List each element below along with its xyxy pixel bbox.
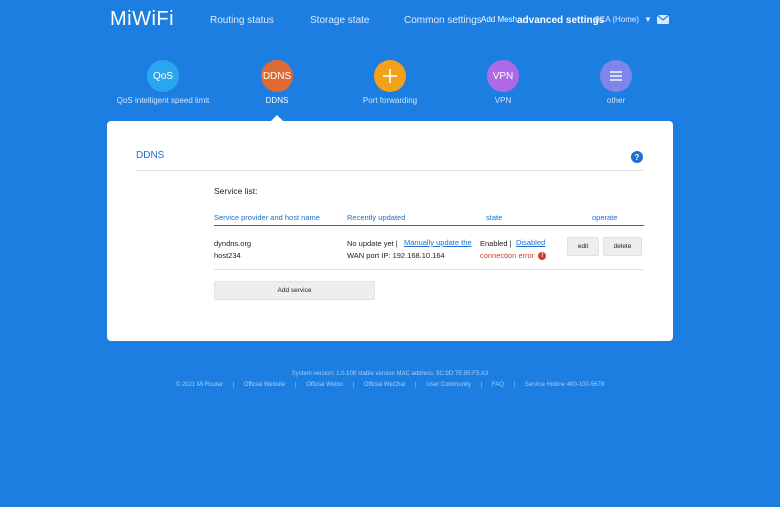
column-header-state: state: [486, 213, 503, 222]
column-header-updated: Recently updated: [347, 213, 406, 222]
manual-update-link[interactable]: Manually update the: [404, 238, 472, 247]
nav-common-settings[interactable]: Common settings: [404, 15, 482, 26]
column-header-operate: operate: [592, 213, 618, 222]
footer-official-website[interactable]: Official Website: [244, 382, 285, 388]
add-service-button[interactable]: Add service: [214, 281, 375, 300]
footer-separator: |: [294, 382, 297, 388]
tile-port-forwarding[interactable]: Port forwarding: [335, 60, 445, 105]
feature-tiles: QoS QoS intelligent speed limit DDNS DDN…: [0, 60, 780, 120]
nav-advanced-settings[interactable]: advanced settings: [517, 15, 604, 26]
enabled-label: Enabled |: [480, 239, 512, 248]
column-header-provider: Service provider and host name: [214, 213, 320, 222]
footer-separator: |: [480, 382, 483, 388]
card-divider: [136, 170, 644, 171]
qos-icon: QoS: [147, 60, 179, 92]
footer-official-weibo[interactable]: Official Weibo: [306, 382, 343, 388]
service-list-label: Service list:: [214, 186, 258, 196]
connection-error-text: connection error: [480, 251, 535, 260]
footer-separator: |: [415, 382, 417, 388]
plus-cross-icon: [374, 60, 406, 92]
tile-ddns[interactable]: DDNS DDNS: [222, 60, 332, 105]
tile-other-label: other: [606, 96, 626, 105]
wan-ip: WAN port IP: 192.168.10.164: [347, 251, 445, 260]
tile-qos-label: QoS intelligent speed limit: [116, 96, 210, 105]
tile-qos[interactable]: QoS QoS intelligent speed limit: [108, 60, 218, 105]
chevron-down-icon: ▼: [644, 15, 652, 24]
menu-icon: [600, 60, 632, 92]
row-divider: [214, 269, 644, 270]
nav-routing-status[interactable]: Routing status: [210, 15, 274, 26]
footer-faq[interactable]: FAQ: [492, 382, 504, 388]
host-name: host234: [214, 251, 241, 260]
header-divider: [214, 225, 644, 226]
footer-official-wechat[interactable]: Official WeChat: [364, 382, 405, 388]
add-mesh-link[interactable]: Add Mesh: [481, 15, 517, 24]
vpn-icon: VPN: [487, 60, 519, 92]
ddns-icon: DDNS: [261, 60, 293, 92]
tile-other[interactable]: other: [561, 60, 671, 105]
tile-vpn[interactable]: VPN VPN: [448, 60, 558, 105]
table-row: dyndns.org host234 No update yet | Manua…: [107, 233, 673, 273]
tile-port-forwarding-label: Port forwarding: [362, 96, 418, 105]
update-status: No update yet |: [347, 239, 398, 248]
footer-user-community[interactable]: User Community: [426, 382, 471, 388]
router-name-label: 8CA (Home): [595, 15, 640, 24]
mail-icon[interactable]: [657, 15, 669, 24]
delete-button[interactable]: delete: [603, 237, 642, 256]
footer-separator: |: [513, 382, 516, 388]
help-icon[interactable]: ?: [631, 151, 643, 163]
footer-links: © 2021 Mi Router | Official Website | Of…: [0, 382, 780, 388]
footer-separator: |: [352, 382, 355, 388]
tile-ddns-label: DDNS: [265, 96, 289, 105]
ddns-card: DDNS ? Service list: Service provider an…: [107, 121, 673, 341]
tile-vpn-label: VPN: [494, 96, 512, 105]
error-icon: !: [538, 251, 547, 260]
router-name-dropdown[interactable]: 8CA (Home) ▼: [595, 15, 652, 24]
footer-copyright: © 2021 Mi Router: [175, 382, 223, 388]
nav-storage-state[interactable]: Storage state: [310, 15, 369, 26]
edit-button[interactable]: edit: [567, 237, 599, 256]
footer-separator: |: [232, 382, 235, 388]
footer-service-hotline: Service Hotline 400-100-5678: [524, 382, 605, 388]
card-title: DDNS: [136, 150, 165, 161]
system-version: System version: 1.0.108 stable version M…: [291, 371, 489, 377]
miwifi-logo[interactable]: MiWiFi: [110, 8, 174, 31]
disabled-link[interactable]: Disabled: [516, 238, 545, 247]
connection-status: connection error !: [480, 251, 547, 260]
provider-name: dyndns.org: [214, 239, 252, 248]
